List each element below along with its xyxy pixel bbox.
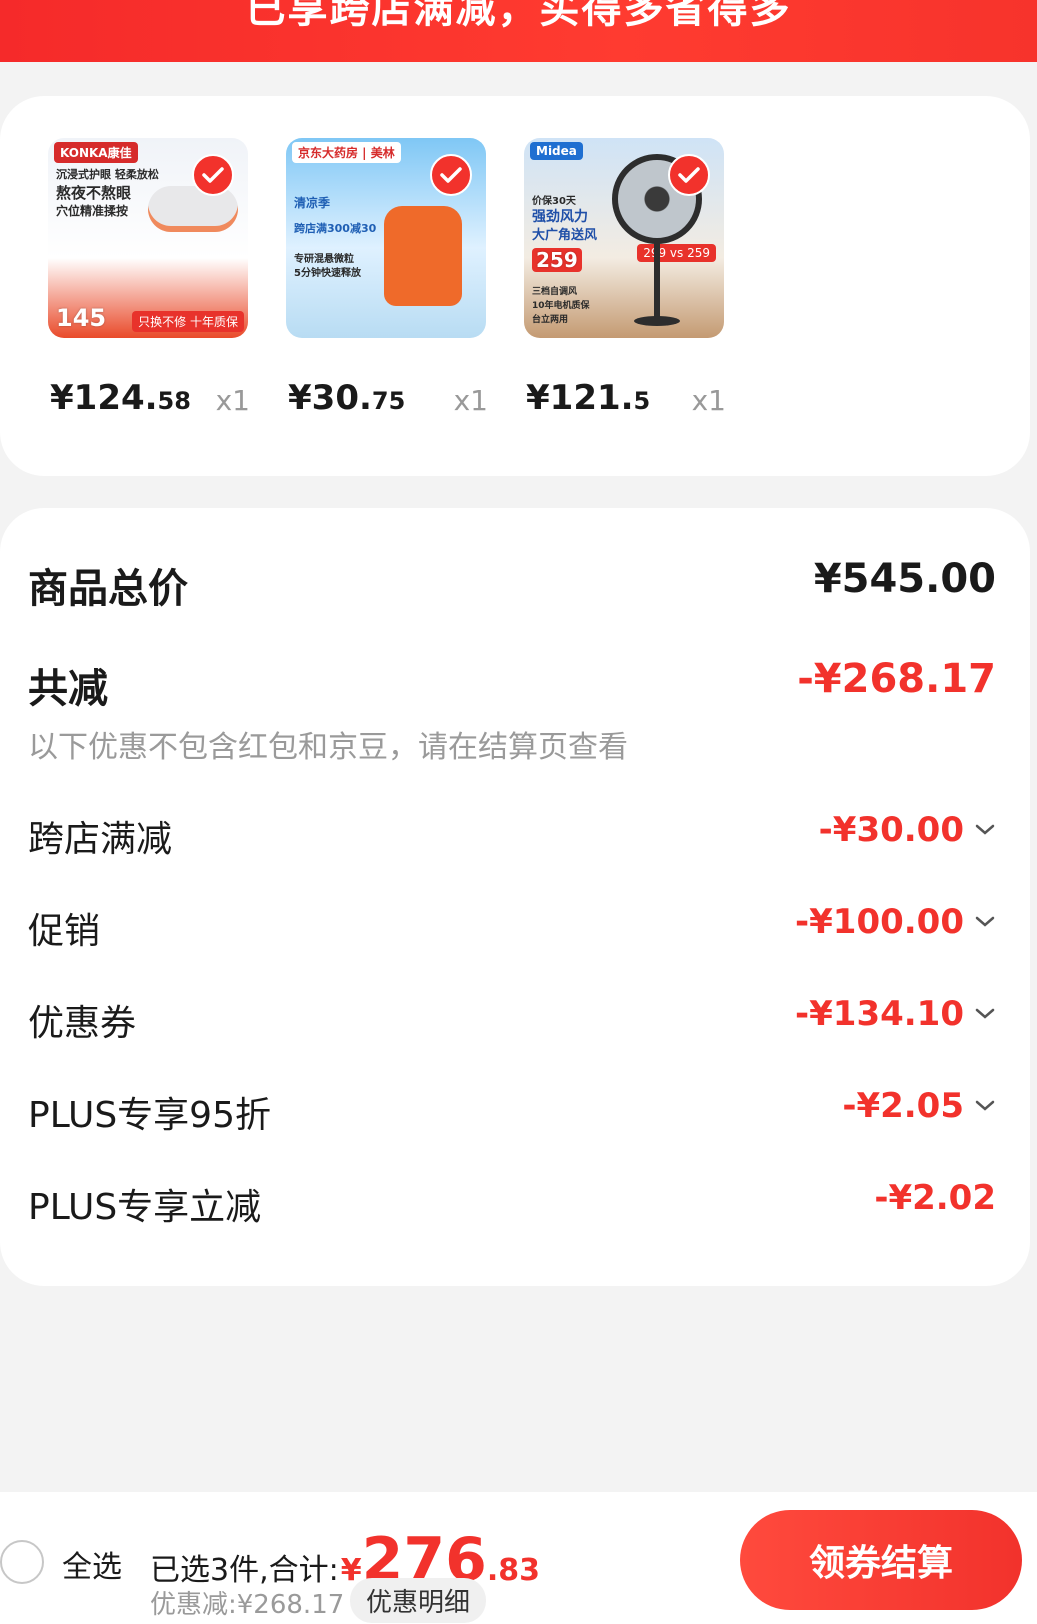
product-item[interactable]: KONKA康佳 沉浸式护眼 轻柔放松 熬夜不熬眼 穴位精准揉按 145 只换不修… bbox=[48, 138, 250, 418]
chevron-down-icon[interactable] bbox=[974, 819, 996, 841]
banner-text: 已享跨店满减，买得多省得多 bbox=[245, 0, 792, 32]
total-price-value: ¥545.00 bbox=[813, 556, 996, 602]
thumb-text: 清凉季 bbox=[294, 196, 331, 210]
price-row: ¥30.75 x1 bbox=[288, 378, 488, 422]
discount-value: -¥30.00 bbox=[818, 810, 964, 850]
total-amount-decimal: .83 bbox=[486, 1553, 541, 1588]
checkout-bar: 全选 已选3件,合计: ¥ 276 .83 优惠减:¥268.17 优惠明细 领… bbox=[0, 1492, 1037, 1624]
selected-products-card: KONKA康佳 沉浸式护眼 轻柔放松 熬夜不熬眼 穴位精准揉按 145 只换不修… bbox=[0, 96, 1030, 476]
thumb-text: 穴位精准揉按 bbox=[56, 204, 129, 218]
discount-note: 以下优惠不包含红包和京豆，请在结算页查看 bbox=[28, 730, 628, 765]
discount-detail-button[interactable]: 优惠明细 bbox=[350, 1578, 487, 1623]
price-row: ¥121.5 x1 bbox=[526, 378, 726, 422]
thumb-text: 沉浸式护眼 轻柔放松 bbox=[56, 168, 159, 181]
product-price: ¥124.58 bbox=[50, 378, 191, 418]
discount-value-group[interactable]: -¥100.00 bbox=[795, 902, 996, 942]
discount-row-plus-95[interactable]: PLUS专享95折 -¥2.05 bbox=[28, 1086, 996, 1136]
product-thumbnail[interactable]: Midea 价保30天 强劲风力 大广角送风 三档自调风 10年电机质保 台立两… bbox=[524, 138, 724, 338]
product-thumbnail[interactable]: 京东大药房 | 美林 清凉季 跨店满300减30 专研混悬微粒 5分钟快速释放 bbox=[286, 138, 486, 338]
discount-row-plus-direct: PLUS专享立减 -¥2.02 bbox=[28, 1178, 996, 1228]
thumb-text: 5分钟快速释放 bbox=[294, 268, 361, 279]
discount-value: -¥2.02 bbox=[874, 1178, 996, 1218]
brand-tag: 京东大药房 | 美林 bbox=[292, 142, 401, 163]
brand-tag: KONKA康佳 bbox=[54, 142, 138, 163]
discount-row-coupon[interactable]: 优惠券 -¥134.10 bbox=[28, 994, 996, 1044]
total-price-row: 商品总价 ¥545.00 bbox=[28, 556, 996, 612]
top-banner: 已享跨店满减，买得多省得多 bbox=[0, 0, 1037, 62]
discount-label: PLUS专享95折 bbox=[28, 1095, 271, 1136]
thumb-text: 10年电机质保 bbox=[532, 301, 590, 311]
discount-label: 优惠券 bbox=[28, 1003, 137, 1044]
discount-label: 跨店满减 bbox=[28, 819, 173, 860]
thumb-text: 强劲风力 bbox=[532, 209, 588, 225]
fan-base bbox=[634, 316, 680, 326]
discount-note-row: 以下优惠不包含红包和京豆，请在结算页查看 bbox=[28, 722, 996, 766]
discount-label: PLUS专享立减 bbox=[28, 1187, 262, 1228]
check-icon[interactable] bbox=[192, 154, 234, 196]
thumb-text: 价保30天 bbox=[532, 196, 576, 207]
product-quantity: x1 bbox=[691, 384, 726, 417]
thumb-text: 台立两用 bbox=[532, 315, 569, 325]
thumb-banner: 只换不修 十年质保 bbox=[132, 311, 244, 332]
discount-value-group[interactable]: -¥30.00 bbox=[819, 810, 996, 850]
product-item[interactable]: Midea 价保30天 强劲风力 大广角送风 三档自调风 10年电机质保 台立两… bbox=[524, 138, 726, 418]
product-price: ¥30.75 bbox=[288, 378, 406, 418]
thumb-text: 专研混悬微粒 bbox=[294, 254, 354, 265]
selected-count-text: 已选3件,合计: bbox=[150, 1553, 339, 1588]
discount-row-cross-store[interactable]: 跨店满减 -¥30.00 bbox=[28, 810, 996, 860]
eye-mask-image bbox=[148, 186, 238, 232]
discount-value-group: -¥2.02 bbox=[874, 1178, 996, 1218]
thumb-banner: 299 vs 259 bbox=[637, 244, 716, 262]
product-price: ¥121.5 bbox=[526, 378, 651, 418]
medicine-bottle-image bbox=[384, 206, 462, 306]
brand-tag: Midea bbox=[530, 142, 583, 160]
thumb-text: 熬夜不熬眼 bbox=[56, 184, 132, 202]
thumb-text: 三档自调风 bbox=[532, 287, 578, 297]
price-summary-card: 商品总价 ¥545.00 共减 -¥268.17 以下优惠不包含红包和京豆，请在… bbox=[0, 508, 1030, 1286]
select-all-radio-icon[interactable] bbox=[0, 1540, 44, 1584]
discount-value: -¥2.05 bbox=[842, 1086, 964, 1126]
discount-label: 促销 bbox=[28, 911, 101, 952]
select-all-label[interactable]: 全选 bbox=[62, 1542, 122, 1586]
product-quantity: x1 bbox=[453, 384, 488, 417]
checkout-button[interactable]: 领券结算 bbox=[740, 1510, 1022, 1610]
discount-value: -¥100.00 bbox=[795, 902, 964, 942]
discount-value: -¥134.10 bbox=[795, 994, 964, 1034]
chevron-down-icon[interactable] bbox=[974, 911, 996, 933]
thumb-text: 跨店满300减30 bbox=[294, 222, 377, 235]
thumb-price: 259 bbox=[532, 248, 582, 272]
chevron-down-icon[interactable] bbox=[974, 1003, 996, 1025]
discount-summary: 优惠减:¥268.17 bbox=[150, 1590, 345, 1620]
fan-pole bbox=[654, 242, 660, 322]
chevron-down-icon[interactable] bbox=[974, 1095, 996, 1117]
product-quantity: x1 bbox=[215, 384, 250, 417]
discount-value-group[interactable]: -¥134.10 bbox=[795, 994, 996, 1034]
product-thumbnail[interactable]: KONKA康佳 沉浸式护眼 轻柔放松 熬夜不熬眼 穴位精准揉按 145 只换不修… bbox=[48, 138, 248, 338]
total-reduction-row: 共减 -¥268.17 bbox=[28, 656, 996, 712]
price-row: ¥124.58 x1 bbox=[50, 378, 250, 422]
selected-total: 已选3件,合计: ¥ 276 .83 bbox=[150, 1530, 540, 1590]
thumb-price: 145 bbox=[56, 304, 107, 332]
total-reduction-value: -¥268.17 bbox=[797, 656, 996, 702]
product-item[interactable]: 京东大药房 | 美林 清凉季 跨店满300减30 专研混悬微粒 5分钟快速释放 … bbox=[286, 138, 488, 418]
thumb-text: 大广角送风 bbox=[532, 228, 598, 243]
discount-value-group[interactable]: -¥2.05 bbox=[842, 1086, 996, 1126]
check-icon[interactable] bbox=[430, 154, 472, 196]
total-reduction-label: 共减 bbox=[28, 666, 108, 712]
check-icon[interactable] bbox=[668, 154, 710, 196]
total-price-label: 商品总价 bbox=[28, 566, 188, 612]
discount-row-promotion[interactable]: 促销 -¥100.00 bbox=[28, 902, 996, 952]
